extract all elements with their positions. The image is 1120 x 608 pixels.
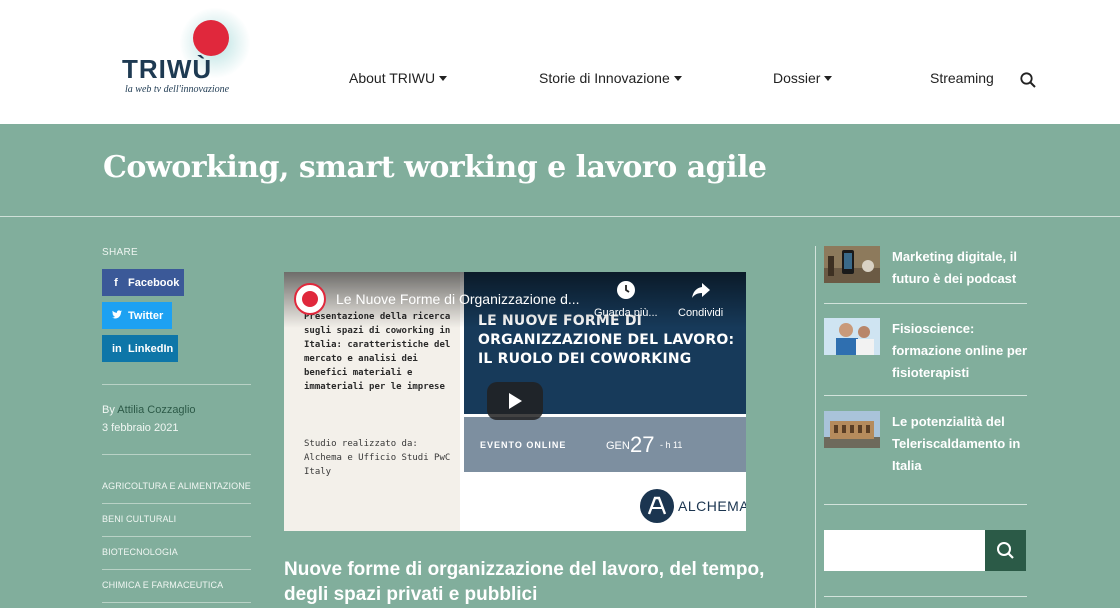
related-article[interactable]: Marketing digitale, il futuro è dei podc…	[824, 246, 1034, 292]
video-event-label: EVENTO ONLINE	[480, 440, 567, 450]
divider	[102, 536, 251, 537]
youtube-video-embed[interactable]: Presentazione della ricerca sugli spazi …	[284, 272, 746, 531]
facebook-icon: f	[114, 276, 118, 289]
related-article[interactable]: Le potenzialità del Teleriscaldamento in…	[824, 411, 1034, 477]
article-heading: Nuove forme di organizzazione del lavoro…	[284, 559, 765, 605]
clock-icon	[616, 281, 635, 299]
related-article-title: Le potenzialità del Teleriscaldamento in…	[892, 414, 1021, 473]
facebook-share-button[interactable]: f Facebook	[102, 269, 184, 296]
play-button[interactable]	[487, 382, 543, 420]
site-header: TRIWÙ la web tv dell'innovazione About T…	[0, 0, 1120, 124]
byline-prefix: By	[102, 404, 115, 416]
share-label: SHARE	[102, 247, 138, 258]
alchema-logo-icon	[640, 489, 674, 523]
category-link[interactable]: BIOTECNOLOGIA	[102, 547, 178, 557]
divider	[102, 569, 251, 570]
related-article-thumbnail	[824, 318, 880, 355]
category-link[interactable]: AGRICOLTURA E ALIMENTAZIONE	[102, 481, 251, 491]
nav-storie-di-innovazione[interactable]: Storie di Innovazione	[539, 70, 682, 86]
logo-red-dot	[193, 20, 229, 56]
category-link[interactable]: CHIMICA E FARMACEUTICA	[102, 580, 223, 590]
divider	[102, 602, 251, 603]
video-slide-credit: Studio realizzato da: Alchema e Ufficio …	[304, 439, 451, 477]
divider	[824, 303, 1027, 304]
caret-down-icon	[439, 75, 448, 81]
divider	[824, 395, 1027, 396]
channel-avatar[interactable]	[294, 283, 326, 315]
search-icon	[997, 542, 1014, 559]
share-video-label: Condividi	[678, 307, 724, 319]
video-event-time: - h 11	[660, 440, 683, 450]
byline: By Attilia Cozzaglio	[102, 404, 196, 416]
watch-later-button[interactable]: Guarda più...	[594, 280, 658, 319]
watch-later-label: Guarda più...	[594, 307, 658, 319]
logo-wordmark: TRIWÙ	[122, 54, 213, 84]
related-article-title: Fisioscience: formazione online per fisi…	[892, 321, 1028, 380]
caret-down-icon	[673, 75, 682, 81]
nav-label: Streaming	[930, 70, 994, 86]
twitter-icon	[112, 309, 122, 322]
caret-down-icon	[824, 75, 833, 81]
nav-streaming[interactable]: Streaming	[930, 70, 994, 86]
channel-avatar-mark	[302, 291, 318, 307]
divider	[824, 504, 1027, 505]
sidebar-search-input[interactable]	[824, 530, 985, 571]
related-article-thumbnail	[824, 411, 880, 448]
share-button-label: Twitter	[128, 309, 164, 322]
related-article-title: Marketing digitale, il futuro è dei podc…	[892, 249, 1017, 286]
divider	[0, 216, 1120, 217]
page-title: Coworking, smart working e lavoro agile	[103, 150, 767, 185]
sidebar-search-button[interactable]	[985, 530, 1026, 571]
share-button-label: Facebook	[128, 276, 180, 289]
related-article[interactable]: Fisioscience: formazione online per fisi…	[824, 318, 1034, 384]
video-event-day: 27	[630, 432, 655, 457]
nav-label: About TRIWU	[349, 70, 436, 86]
share-button-label: LinkedIn	[128, 342, 174, 355]
play-icon	[509, 393, 522, 409]
site-logo[interactable]: TRIWÙ la web tv dell'innovazione	[118, 8, 268, 102]
logo-tagline: la web tv dell'innovazione	[125, 84, 230, 95]
nav-label: Dossier	[773, 70, 821, 86]
share-arrow-icon	[691, 283, 710, 298]
divider	[824, 596, 1027, 597]
sidebar-divider	[815, 246, 816, 608]
video-title[interactable]: Le Nuove Forme di Organizzazione d...	[336, 291, 580, 307]
divider	[102, 384, 251, 385]
author-link[interactable]: Attilia Cozzaglio	[117, 404, 195, 416]
divider	[102, 454, 251, 455]
search-icon[interactable]	[1019, 71, 1037, 89]
nav-label: Storie di Innovazione	[539, 70, 670, 86]
video-event-month: GEN	[606, 440, 630, 452]
share-video-button[interactable]: Condividi	[678, 280, 723, 319]
publish-date: 3 febbraio 2021	[102, 422, 179, 434]
category-link[interactable]: BENI CULTURALI	[102, 514, 176, 524]
twitter-share-button[interactable]: Twitter	[102, 302, 172, 329]
linkedin-icon: in	[112, 342, 122, 355]
video-brand-name: ALCHEMA	[678, 498, 746, 514]
related-article-thumbnail	[824, 246, 880, 283]
nav-dossier[interactable]: Dossier	[773, 70, 833, 86]
nav-about-triwu[interactable]: About TRIWU	[349, 70, 448, 86]
linkedin-share-button[interactable]: in LinkedIn	[102, 335, 178, 362]
divider	[102, 503, 251, 504]
